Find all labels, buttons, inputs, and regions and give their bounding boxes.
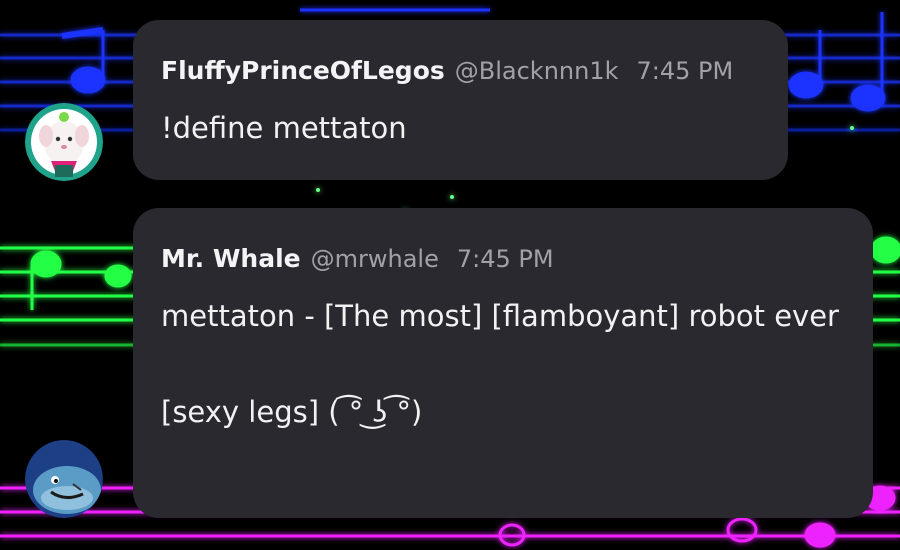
message-header: Mr. Whale @mrwhale 7:45 PM <box>161 244 554 273</box>
author-name[interactable]: Mr. Whale <box>161 244 301 273</box>
message-timestamp: 7:45 PM <box>636 57 734 85</box>
message-text: mettaton - [The most] [flamboyant] robot… <box>161 299 839 429</box>
author-handle: @Blacknnn1k <box>454 57 619 85</box>
message-timestamp: 7:45 PM <box>456 245 554 273</box>
blue-whale-avatar <box>25 440 103 518</box>
avatar[interactable] <box>25 440 103 518</box>
avatar[interactable] <box>25 103 103 181</box>
message-text: !define mettaton <box>161 111 407 145</box>
message-bubble: Mr. Whale @mrwhale 7:45 PM mettaton - [T… <box>133 208 873 518</box>
message-header: FluffyPrinceOfLegos @Blacknnn1k 7:45 PM <box>161 56 733 85</box>
fluffy-white-goat-avatar <box>25 103 103 181</box>
message-bubble: FluffyPrinceOfLegos @Blacknnn1k 7:45 PM … <box>133 20 788 180</box>
author-handle: @mrwhale <box>310 245 439 273</box>
author-name[interactable]: FluffyPrinceOfLegos <box>161 56 445 85</box>
